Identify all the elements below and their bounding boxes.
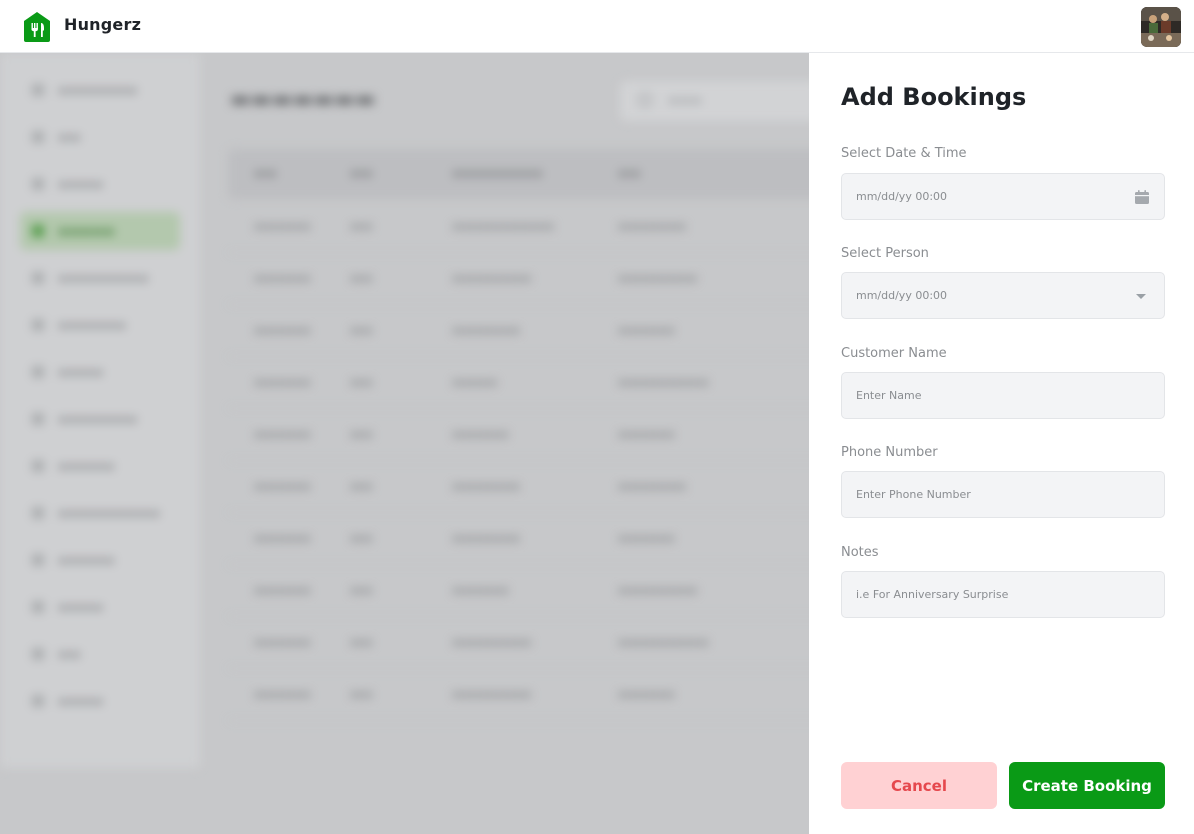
blurred-bookings-page: ▬▬▬▬▬▬▬ ▬▬ ▬▬▬▬ ▬▬▬▬▬ ▬▬▬▬▬▬▬▬ ▬▬▬▬▬▬ ▬▬… (0, 53, 809, 834)
table-row: ▬▬▬▬▬▬▬▬▬▬▬▬▬▬▬▬▬▬▬▬▬▬ (228, 201, 809, 253)
sidebar-item: ▬▬ (20, 118, 180, 156)
sidebar-item: ▬▬▬▬▬ (20, 541, 180, 579)
date-time-label: Select Date & Time (841, 146, 967, 161)
notes-input[interactable]: i.e For Anniversary Surprise (841, 571, 1165, 618)
table-row: ▬▬▬▬▬▬▬▬▬▬▬▬▬▬▬▬▬▬▬ (228, 357, 809, 409)
panel-title: Add Bookings (841, 83, 1027, 111)
sidebar-icon (32, 413, 44, 425)
sidebar-item: ▬▬▬▬▬▬▬▬ (20, 259, 180, 297)
table-row: ▬▬▬▬▬▬▬▬▬▬▬▬▬▬▬▬▬▬▬ (228, 461, 809, 513)
sidebar-icon (32, 319, 44, 331)
table-row: ▬▬▬▬▬ ▬▬ ▬▬▬▬▬▬ ▬▬▬▬▬ (228, 513, 809, 565)
chevron-down-icon[interactable] (1136, 294, 1146, 299)
notes-placeholder: i.e For Anniversary Surprise (856, 588, 1009, 601)
table-row: ▬▬▬▬▬ ▬▬ ▬▬▬▬▬▬ ▬▬▬▬▬ (228, 305, 809, 357)
date-time-placeholder: mm/dd/yy 00:00 (856, 190, 948, 203)
search-input: ▬▬▬ (620, 81, 809, 121)
phone-number-placeholder: Enter Phone Number (856, 488, 971, 501)
table-row: ▬▬▬▬▬▬▬▬▬▬▬▬▬▬▬▬▬▬▬ (228, 565, 809, 617)
add-bookings-panel: Add Bookings Select Date & Time mm/dd/yy… (809, 53, 1194, 834)
sidebar-icon (32, 178, 44, 190)
calendar-icon[interactable] (1134, 189, 1150, 205)
customer-name-input[interactable]: Enter Name (841, 372, 1165, 419)
person-placeholder: mm/dd/yy 00:00 (856, 289, 948, 302)
sidebar-icon (32, 695, 44, 707)
page-title: ▬▬▬▬▬▬▬ (230, 87, 376, 112)
person-label: Select Person (841, 246, 929, 261)
background-overlay: ▬▬▬▬▬▬▬ ▬▬ ▬▬▬▬ ▬▬▬▬▬ ▬▬▬▬▬▬▬▬ ▬▬▬▬▬▬ ▬▬… (0, 53, 809, 834)
table-row: ▬▬▬▬▬ ▬▬ ▬▬▬▬▬ ▬▬▬▬▬ (228, 409, 809, 461)
sidebar-item: ▬▬ (20, 635, 180, 673)
phone-number-input[interactable]: Enter Phone Number (841, 471, 1165, 518)
restaurant-logo-icon (24, 12, 50, 42)
table-row: ▬▬▬▬▬▬▬▬▬▬▬▬▬▬▬▬▬▬▬▬▬▬ (228, 617, 809, 669)
phone-number-label: Phone Number (841, 445, 938, 460)
sidebar-item: ▬▬▬▬ (20, 165, 180, 203)
sidebar-icon (32, 554, 44, 566)
table-row: ▬▬▬▬▬ ▬▬ ▬▬▬▬▬▬▬ ▬▬▬▬▬▬▬ (228, 253, 809, 305)
sidebar-item: ▬▬▬▬▬ (20, 447, 180, 485)
notes-label: Notes (841, 545, 879, 560)
sidebar-item: ▬▬▬▬ (20, 682, 180, 720)
sidebar-icon (32, 601, 44, 613)
search-icon (638, 93, 652, 107)
sidebar-item: ▬▬▬▬▬▬▬ (20, 71, 180, 109)
sidebar-icon (32, 131, 44, 143)
create-booking-button[interactable]: Create Booking (1009, 762, 1165, 809)
sidebar-item: ▬▬▬▬ (20, 588, 180, 626)
sidebar-item: ▬▬▬▬▬▬▬▬▬ (20, 494, 180, 532)
sidebar-item: ▬▬▬▬▬▬▬ (20, 400, 180, 438)
sidebar-icon (32, 460, 44, 472)
customer-name-placeholder: Enter Name (856, 389, 922, 402)
sidebar-icon (32, 272, 44, 284)
sidebar: ▬▬▬▬▬▬▬ ▬▬ ▬▬▬▬ ▬▬▬▬▬ ▬▬▬▬▬▬▬▬ ▬▬▬▬▬▬ ▬▬… (0, 53, 200, 768)
app-name: Hungerz (64, 15, 142, 34)
sidebar-icon (32, 225, 44, 237)
sidebar-icon (32, 648, 44, 660)
user-avatar[interactable] (1141, 7, 1181, 47)
top-bar: Hungerz (0, 0, 1194, 53)
sidebar-icon (32, 507, 44, 519)
person-select[interactable]: mm/dd/yy 00:00 (841, 272, 1165, 319)
sidebar-icon (32, 84, 44, 96)
cancel-button[interactable]: Cancel (841, 762, 997, 809)
sidebar-item: ▬▬▬▬▬▬ (20, 306, 180, 344)
sidebar-item-active: ▬▬▬▬▬ (20, 212, 180, 250)
table-header: ▬▬ ▬▬ ▬▬▬▬▬▬▬▬ ▬▬ (228, 149, 809, 199)
customer-name-label: Customer Name (841, 346, 947, 361)
sidebar-item: ▬▬▬▬ (20, 353, 180, 391)
date-time-input[interactable]: mm/dd/yy 00:00 (841, 173, 1165, 220)
sidebar-icon (32, 366, 44, 378)
table-row: ▬▬▬▬▬▬▬▬▬▬▬▬▬▬▬▬▬▬▬ (228, 669, 809, 721)
